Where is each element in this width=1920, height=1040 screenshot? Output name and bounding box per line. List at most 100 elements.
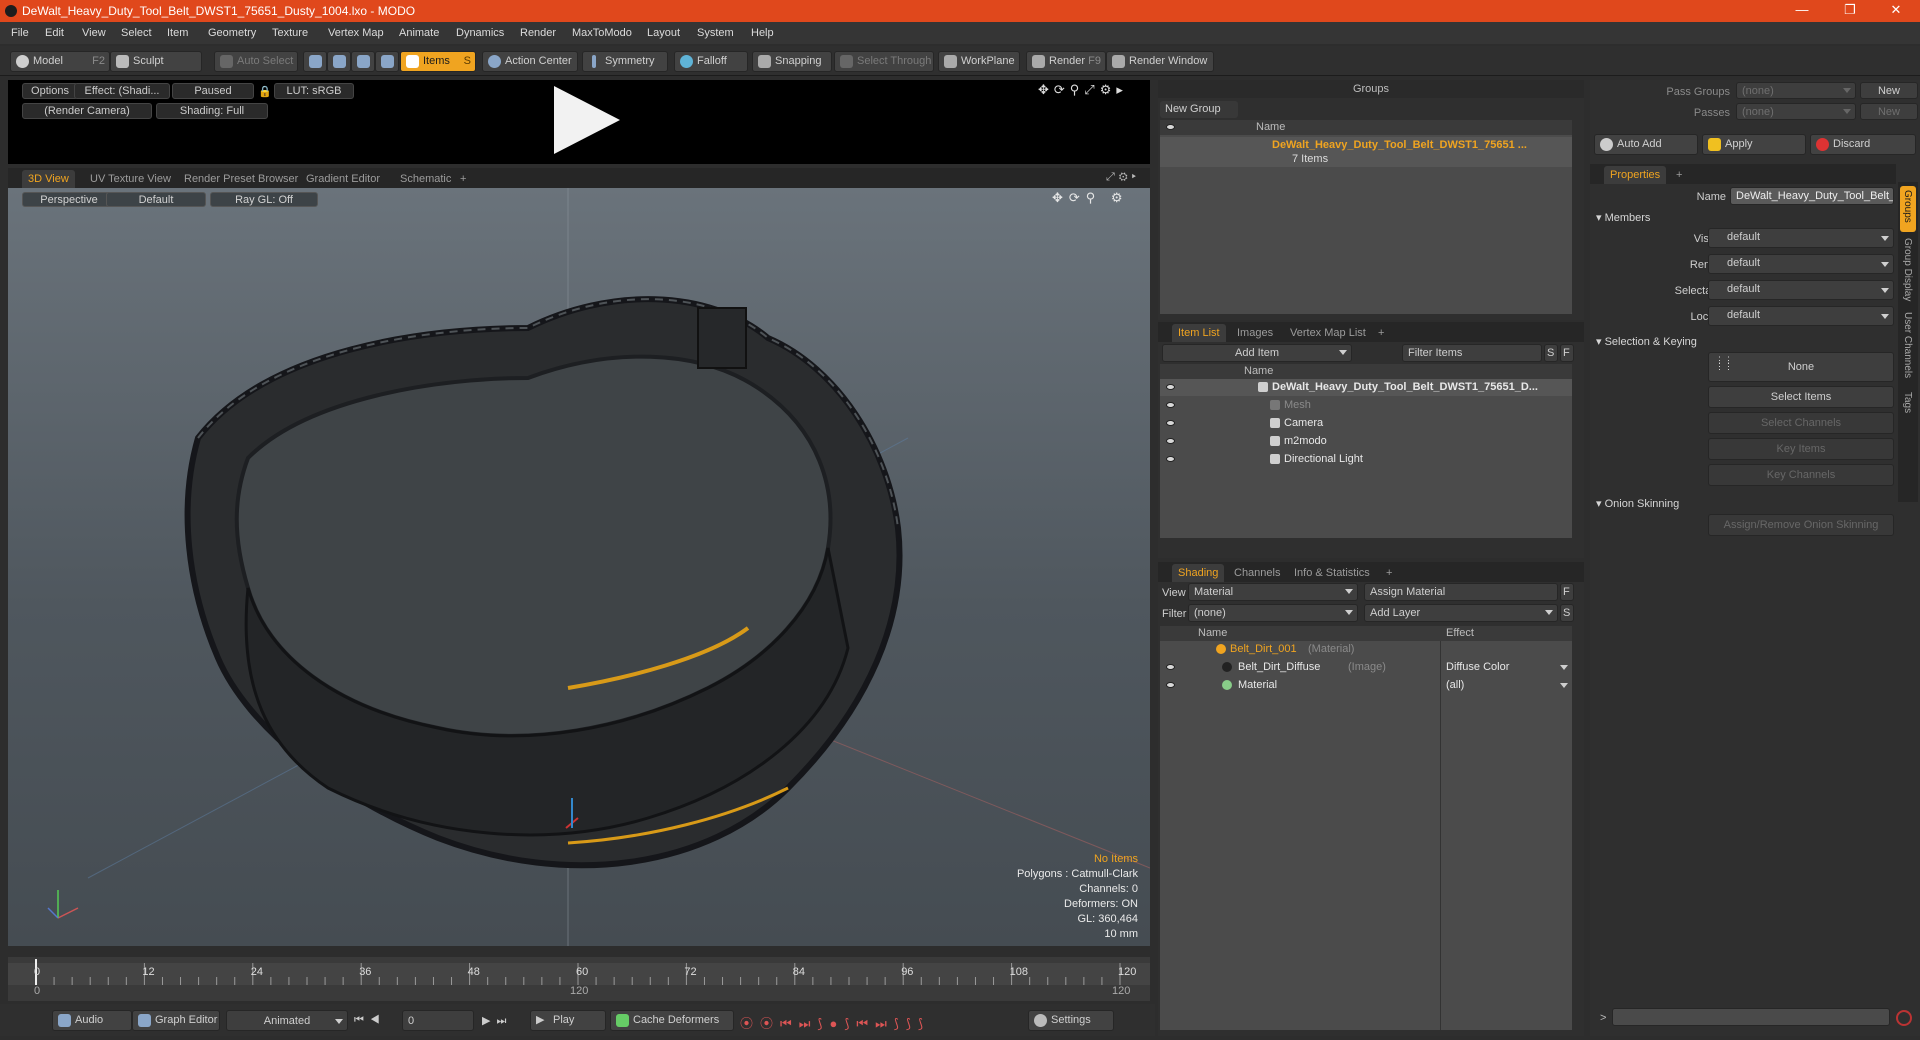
tab-channels[interactable]: Channels [1228, 564, 1286, 582]
key-tools-icons[interactable]: ⦿⦿⏮⏭⟆●⟆⏮⏭⟆⟆⟆ [740, 1013, 930, 1032]
material-mode-button[interactable] [375, 51, 399, 72]
menu-item[interactable]: Item [167, 27, 188, 39]
add-tab-button[interactable]: + [1380, 564, 1398, 582]
lock-icon[interactable]: 🔒 [258, 84, 270, 100]
preview-lut-dropdown[interactable]: LUT: sRGB [274, 83, 354, 99]
side-tab-user-channels[interactable]: User Channels [1902, 312, 1913, 378]
tab-item-list[interactable]: Item List [1172, 324, 1226, 342]
select-items-button[interactable]: Select Items [1708, 386, 1894, 408]
preview-nav-icons[interactable]: ✥⟳⚲⤢⚙▸ [1038, 82, 1128, 98]
preview-paused-button[interactable]: Paused [172, 83, 254, 99]
stop-icon[interactable] [1896, 1010, 1912, 1026]
menu-render[interactable]: Render [520, 27, 556, 39]
preview-shading-dropdown[interactable]: Shading: Full [156, 103, 268, 119]
shader-row[interactable]: Material (all) [1160, 677, 1572, 694]
key-items-button[interactable]: Key Items [1708, 438, 1894, 460]
tab-properties[interactable]: Properties [1604, 166, 1667, 184]
items-mode-button[interactable]: Items S [400, 51, 476, 72]
side-tab-group-display[interactable]: Group Display [1902, 238, 1913, 301]
shader-row[interactable]: Belt_Dirt_Diffuse (Image) Diffuse Color [1160, 659, 1572, 676]
graph-editor-button[interactable]: Graph Editor [132, 1010, 220, 1031]
apply-button[interactable]: Apply [1702, 134, 1806, 155]
eye-icon[interactable] [1166, 420, 1175, 426]
auto-add-button[interactable]: Auto Add [1594, 134, 1698, 155]
tab-uv-texture-view[interactable]: UV Texture View [84, 170, 177, 188]
shading-f-button[interactable]: F [1560, 583, 1574, 601]
menu-system[interactable]: System [697, 27, 734, 39]
assign-onion-button[interactable]: Assign/Remove Onion Skinning [1708, 514, 1894, 536]
eye-icon[interactable] [1166, 124, 1175, 130]
property-dropdown[interactable]: default [1708, 228, 1894, 248]
preview-options-button[interactable]: Options [22, 83, 78, 99]
3d-viewport[interactable]: Perspective Default Ray GL: Off ✥⟳⚲ ⚙ No… [8, 188, 1150, 946]
pass-groups-dropdown[interactable]: (none) [1736, 82, 1856, 99]
shader-item-effect[interactable]: Diffuse Color [1446, 661, 1509, 673]
side-tab-groups[interactable]: Groups [1902, 190, 1913, 223]
workplane-button[interactable]: WorkPlane [938, 51, 1020, 72]
tab-schematic[interactable]: Schematic [394, 170, 457, 188]
sculpt-mode-button[interactable]: Sculpt [110, 51, 202, 72]
property-dropdown[interactable]: default [1708, 254, 1894, 274]
frame-back-buttons[interactable]: ⏮◀ [354, 1014, 386, 1027]
eye-icon[interactable] [1166, 438, 1175, 444]
side-tab-tags[interactable]: Tags [1902, 392, 1913, 413]
key-channels-button[interactable]: Key Channels [1708, 464, 1894, 486]
render-button[interactable]: Render F9 [1026, 51, 1106, 72]
filter-f-button[interactable]: F [1560, 344, 1574, 362]
menu-view[interactable]: View [82, 27, 106, 39]
eye-icon[interactable] [1166, 402, 1175, 408]
menu-file[interactable]: File [11, 27, 29, 39]
symmetry-button[interactable]: Symmetry [582, 51, 668, 72]
falloff-button[interactable]: Falloff [674, 51, 748, 72]
tab-images[interactable]: Images [1231, 324, 1279, 342]
select-through-button[interactable]: Select Through [834, 51, 934, 72]
eye-icon[interactable] [1166, 456, 1175, 462]
shader-row[interactable]: Belt_Dirt_001 (Material) [1160, 641, 1572, 658]
group-row[interactable]: DeWalt_Heavy_Duty_Tool_Belt_DWST1_75651 … [1160, 137, 1572, 167]
preview-camera-dropdown[interactable]: (Render Camera) [22, 103, 152, 119]
polygon-mode-button[interactable] [351, 51, 375, 72]
add-tab-button[interactable]: + [1670, 166, 1688, 184]
filter-items-input[interactable]: Filter Items [1402, 344, 1542, 362]
edge-mode-button[interactable] [327, 51, 351, 72]
menu-dynamics[interactable]: Dynamics [456, 27, 504, 39]
menu-vertex-map[interactable]: Vertex Map [328, 27, 384, 39]
snapping-button[interactable]: Snapping [752, 51, 832, 72]
menu-layout[interactable]: Layout [647, 27, 680, 39]
members-section[interactable]: ▾ Members [1596, 211, 1650, 224]
menu-help[interactable]: Help [751, 27, 774, 39]
selection-keying-section[interactable]: ▾ Selection & Keying [1596, 335, 1697, 348]
tab-vertex-map-list[interactable]: Vertex Map List [1284, 324, 1372, 342]
group-name-input[interactable]: DeWalt_Heavy_Duty_Tool_Belt_DW [1730, 187, 1894, 205]
auto-select-button[interactable]: Auto Select [214, 51, 298, 72]
select-channels-button[interactable]: Select Channels [1708, 412, 1894, 434]
view-dropdown[interactable]: Material [1188, 583, 1358, 601]
add-layer-dropdown[interactable]: Add Layer [1364, 604, 1558, 622]
new-group-button[interactable]: New Group [1160, 101, 1238, 118]
assign-material-button[interactable]: Assign Material [1364, 583, 1558, 601]
onion-skinning-section[interactable]: ▾ Onion Skinning [1596, 497, 1679, 510]
filter-s-button[interactable]: S [1544, 344, 1558, 362]
menu-select[interactable]: Select [121, 27, 152, 39]
property-dropdown[interactable]: default [1708, 280, 1894, 300]
audio-button[interactable]: Audio [52, 1010, 132, 1031]
model-mode-button[interactable]: Model F2 [10, 51, 110, 72]
cache-deformers-button[interactable]: Cache Deformers [610, 1010, 734, 1031]
shading-s-button[interactable]: S [1560, 604, 1574, 622]
play-button[interactable]: ▶ Play [530, 1010, 606, 1031]
passes-dropdown[interactable]: (none) [1736, 103, 1856, 120]
tab-shading[interactable]: Shading [1172, 564, 1225, 582]
property-dropdown[interactable]: default [1708, 306, 1894, 326]
menu-edit[interactable]: Edit [45, 27, 64, 39]
none-button[interactable]: ⋮⋮ ⋮⋮ None [1708, 352, 1894, 382]
vertex-mode-button[interactable] [303, 51, 327, 72]
menu-maxtomodo[interactable]: MaxToModo [572, 27, 632, 39]
tab-render-preset-browser[interactable]: Render Preset Browser [178, 170, 304, 188]
tab-3d-view[interactable]: 3D View [22, 170, 75, 188]
play-icon[interactable] [554, 86, 620, 154]
menu-geometry[interactable]: Geometry [208, 27, 256, 39]
tab-info-statistics[interactable]: Info & Statistics [1288, 564, 1376, 582]
minimize-button[interactable]: — [1782, 2, 1822, 20]
timeline[interactable]: 0 120 120 0 12 24 36 48 60 72 84 96 108 120 [8, 957, 1150, 1001]
animated-dropdown[interactable]: Animated [226, 1010, 348, 1031]
